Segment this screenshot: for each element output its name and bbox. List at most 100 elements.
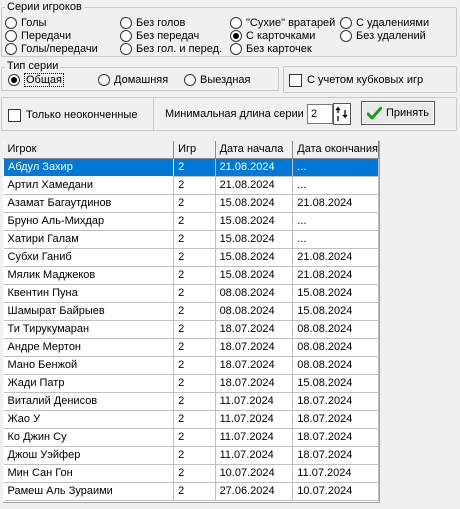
- table-row[interactable]: Джош Уэйфер 2 11.07.2024 18.07.2024: [3, 446, 379, 465]
- end-date-cell[interactable]: 18.07.2024: [292, 392, 379, 411]
- min-length-input[interactable]: [307, 104, 333, 124]
- end-date-cell[interactable]: 08.08.2024: [292, 356, 379, 375]
- player-cell[interactable]: Жади Патр: [3, 374, 175, 393]
- games-cell[interactable]: 2: [173, 284, 216, 303]
- games-cell[interactable]: 2: [173, 320, 216, 339]
- games-cell[interactable]: 2: [173, 176, 216, 195]
- table-row[interactable]: Мин Сан Гон 2 10.07.2024 11.07.2024: [3, 464, 379, 483]
- player-cell[interactable]: Субхи Ганиб: [3, 248, 175, 267]
- column-header-end-date[interactable]: Дата окончания: [292, 141, 379, 159]
- table-row[interactable]: Хатири Галам 2 15.08.2024...: [3, 230, 379, 249]
- games-cell[interactable]: 2: [173, 374, 216, 393]
- player-cell[interactable]: Бруно Аль-Михдар: [3, 212, 175, 231]
- player-cell[interactable]: Ко Джин Су: [3, 428, 175, 447]
- end-date-cell[interactable]: 15.08.2024: [292, 284, 379, 303]
- player-cell[interactable]: Абдул Захир: [2, 157, 175, 177]
- radio-type-total[interactable]: Общая: [8, 73, 64, 87]
- start-date-cell[interactable]: 11.07.2024: [215, 428, 294, 447]
- table-row[interactable]: Андре Мертон 2 18.07.2024 08.08.2024: [3, 338, 379, 357]
- start-date-cell[interactable]: 11.07.2024: [215, 392, 294, 411]
- player-cell[interactable]: Мано Бенжой: [3, 356, 175, 375]
- table-row[interactable]: Субхи Ганиб 2 15.08.2024 21.08.2024: [3, 248, 379, 267]
- games-cell[interactable]: 2: [173, 356, 216, 375]
- radio-goals[interactable]: Голы: [5, 16, 46, 30]
- end-date-cell[interactable]: 08.08.2024: [292, 338, 379, 357]
- radio-no-sendoffs[interactable]: Без удалений: [340, 29, 426, 43]
- radio-goals-assists[interactable]: Голы/передачи: [5, 42, 98, 56]
- radio-no-goals[interactable]: Без голов: [120, 16, 185, 30]
- radio-no-cards[interactable]: Без карточек: [230, 42, 312, 56]
- end-date-cell[interactable]: 18.07.2024: [292, 428, 379, 447]
- games-cell[interactable]: 2: [173, 446, 216, 465]
- start-date-cell[interactable]: 27.06.2024: [215, 482, 294, 501]
- end-date-cell[interactable]: ...: [292, 158, 379, 177]
- min-length-spin-button[interactable]: [333, 103, 351, 125]
- player-cell[interactable]: Жао У: [3, 410, 175, 429]
- end-date-cell[interactable]: 21.08.2024: [292, 248, 379, 267]
- column-header-start-date[interactable]: Дата начала: [215, 141, 294, 159]
- player-cell[interactable]: Мялик Маджеков: [3, 266, 175, 285]
- end-date-cell[interactable]: 18.07.2024: [292, 410, 379, 429]
- start-date-cell[interactable]: 11.07.2024: [215, 410, 294, 429]
- table-row[interactable]: Квентин Пуна 2 08.08.2024 15.08.2024: [3, 284, 379, 303]
- games-cell[interactable]: 2: [173, 212, 216, 231]
- end-date-cell[interactable]: 21.08.2024: [292, 194, 379, 213]
- player-cell[interactable]: Ти Тирукумаран: [3, 320, 175, 339]
- player-cell[interactable]: Азамат Багаутдинов: [3, 194, 175, 213]
- games-cell[interactable]: 2: [173, 266, 216, 285]
- start-date-cell[interactable]: 18.07.2024: [215, 356, 294, 375]
- start-date-cell[interactable]: 08.08.2024: [215, 284, 294, 303]
- start-date-cell[interactable]: 15.08.2024: [215, 230, 294, 249]
- table-row[interactable]: Ко Джин Су 2 11.07.2024 18.07.2024: [3, 428, 379, 447]
- radio-no-assists[interactable]: Без передач: [120, 29, 199, 43]
- games-cell[interactable]: 2: [173, 338, 216, 357]
- start-date-cell[interactable]: 08.08.2024: [215, 302, 294, 321]
- start-date-cell[interactable]: 18.07.2024: [215, 320, 294, 339]
- end-date-cell[interactable]: 18.07.2024: [292, 446, 379, 465]
- games-cell[interactable]: 2: [173, 428, 216, 447]
- radio-type-home[interactable]: Домашняя: [98, 73, 168, 87]
- only-unfinished-checkbox[interactable]: Только неоконченные: [8, 108, 137, 122]
- radio-type-away[interactable]: Выездная: [184, 73, 251, 87]
- end-date-cell[interactable]: 11.07.2024: [292, 464, 379, 483]
- player-cell[interactable]: Виталий Денисов: [3, 392, 175, 411]
- end-date-cell[interactable]: 10.07.2024: [292, 482, 379, 501]
- games-cell[interactable]: 2: [173, 392, 216, 411]
- start-date-cell[interactable]: 10.07.2024: [215, 464, 294, 483]
- table-row[interactable]: Мано Бенжой 2 18.07.2024 08.08.2024: [3, 356, 379, 375]
- table-row[interactable]: Ти Тирукумаран 2 18.07.2024 08.08.2024: [3, 320, 379, 339]
- table-row[interactable]: Жао У 2 11.07.2024 18.07.2024: [3, 410, 379, 429]
- radio-assists[interactable]: Передачи: [5, 29, 71, 43]
- table-row[interactable]: Бруно Аль-Михдар 2 15.08.2024...: [3, 212, 379, 231]
- end-date-cell[interactable]: 15.08.2024: [292, 302, 379, 321]
- games-cell[interactable]: 2: [173, 248, 216, 267]
- end-date-cell[interactable]: 08.08.2024: [292, 320, 379, 339]
- player-cell[interactable]: Джош Уэйфер: [3, 446, 175, 465]
- player-cell[interactable]: Мин Сан Гон: [3, 464, 175, 483]
- games-cell[interactable]: 2: [173, 410, 216, 429]
- games-cell[interactable]: 2: [173, 464, 216, 483]
- start-date-cell[interactable]: 15.08.2024: [215, 248, 294, 267]
- games-cell[interactable]: 2: [173, 302, 216, 321]
- table-row[interactable]: Жади Патр 2 18.07.2024 15.08.2024: [3, 374, 379, 393]
- player-cell[interactable]: Андре Мертон: [3, 338, 175, 357]
- start-date-cell[interactable]: 15.08.2024: [215, 266, 294, 285]
- apply-button[interactable]: Принять: [361, 101, 435, 125]
- column-header-player[interactable]: Игрок: [3, 141, 175, 159]
- end-date-cell[interactable]: ...: [292, 212, 379, 231]
- start-date-cell[interactable]: 15.08.2024: [215, 194, 294, 213]
- end-date-cell[interactable]: 21.08.2024: [292, 266, 379, 285]
- player-cell[interactable]: Шамырат Байрыев: [3, 302, 175, 321]
- radio-with-sendoffs[interactable]: С удалениями: [340, 16, 429, 30]
- player-cell[interactable]: Рамеш Аль Зураими: [3, 482, 175, 501]
- start-date-cell[interactable]: 18.07.2024: [215, 338, 294, 357]
- table-row[interactable]: Рамеш Аль Зураими 2 27.06.2024 10.07.2024: [3, 482, 379, 501]
- series-table[interactable]: Игрок Игр Дата начала Дата окончания Абд…: [2, 141, 380, 503]
- column-header-games[interactable]: Игр: [173, 141, 216, 159]
- radio-with-cards[interactable]: С карточками: [230, 29, 315, 43]
- table-row[interactable]: Мялик Маджеков 2 15.08.2024 21.08.2024: [3, 266, 379, 285]
- games-cell[interactable]: 2: [173, 230, 216, 249]
- games-cell[interactable]: 2: [173, 194, 216, 213]
- start-date-cell[interactable]: 21.08.2024: [215, 158, 294, 177]
- games-cell[interactable]: 2: [173, 482, 216, 501]
